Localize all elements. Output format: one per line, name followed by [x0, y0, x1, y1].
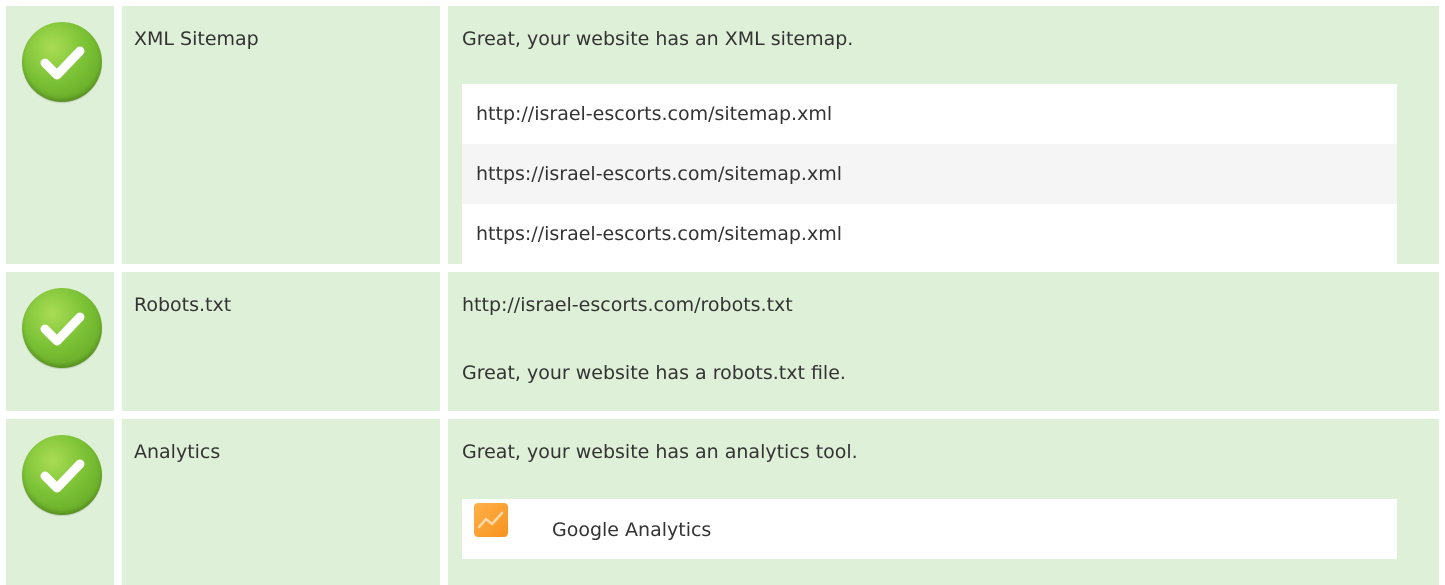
- check-result-cell: http://israel-escorts.com/robots.txt Gre…: [448, 272, 1439, 411]
- seo-row-robots-txt: Robots.txt http://israel-escorts.com/rob…: [0, 272, 1445, 411]
- status-cell: [6, 419, 114, 585]
- analytics-tool-item: Google Analytics: [462, 499, 1397, 559]
- seo-row-analytics: Analytics Great, your website has an ana…: [0, 419, 1445, 585]
- robots-url[interactable]: http://israel-escorts.com/robots.txt: [462, 294, 793, 316]
- check-name: Robots.txt: [134, 294, 232, 316]
- check-circle-icon: [22, 288, 102, 368]
- check-result-cell: Great, your website has an XML sitemap. …: [448, 6, 1439, 264]
- sitemap-link[interactable]: https://israel-escorts.com/sitemap.xml: [462, 144, 1397, 204]
- result-message: Great, your website has an XML sitemap.: [462, 28, 854, 50]
- check-name-cell: Robots.txt: [122, 272, 440, 411]
- status-cell: [6, 272, 114, 411]
- check-circle-icon: [22, 22, 102, 102]
- check-name: XML Sitemap: [134, 28, 259, 50]
- check-name-cell: XML Sitemap: [122, 6, 440, 264]
- google-analytics-icon: [474, 503, 508, 537]
- sitemap-list: http://israel-escorts.com/sitemap.xml ht…: [462, 84, 1397, 264]
- result-message: Great, your website has an analytics too…: [462, 441, 858, 463]
- check-name: Analytics: [134, 441, 221, 463]
- check-result-cell: Great, your website has an analytics too…: [448, 419, 1439, 585]
- seo-row-xml-sitemap: XML Sitemap Great, your website has an X…: [0, 6, 1445, 264]
- result-message: Great, your website has a robots.txt fil…: [462, 362, 846, 384]
- sitemap-link[interactable]: https://israel-escorts.com/sitemap.xml: [462, 204, 1397, 264]
- check-name-cell: Analytics: [122, 419, 440, 585]
- analytics-tool-name: Google Analytics: [552, 519, 712, 541]
- check-circle-icon: [22, 435, 102, 515]
- sitemap-link[interactable]: http://israel-escorts.com/sitemap.xml: [462, 84, 1397, 144]
- status-cell: [6, 6, 114, 264]
